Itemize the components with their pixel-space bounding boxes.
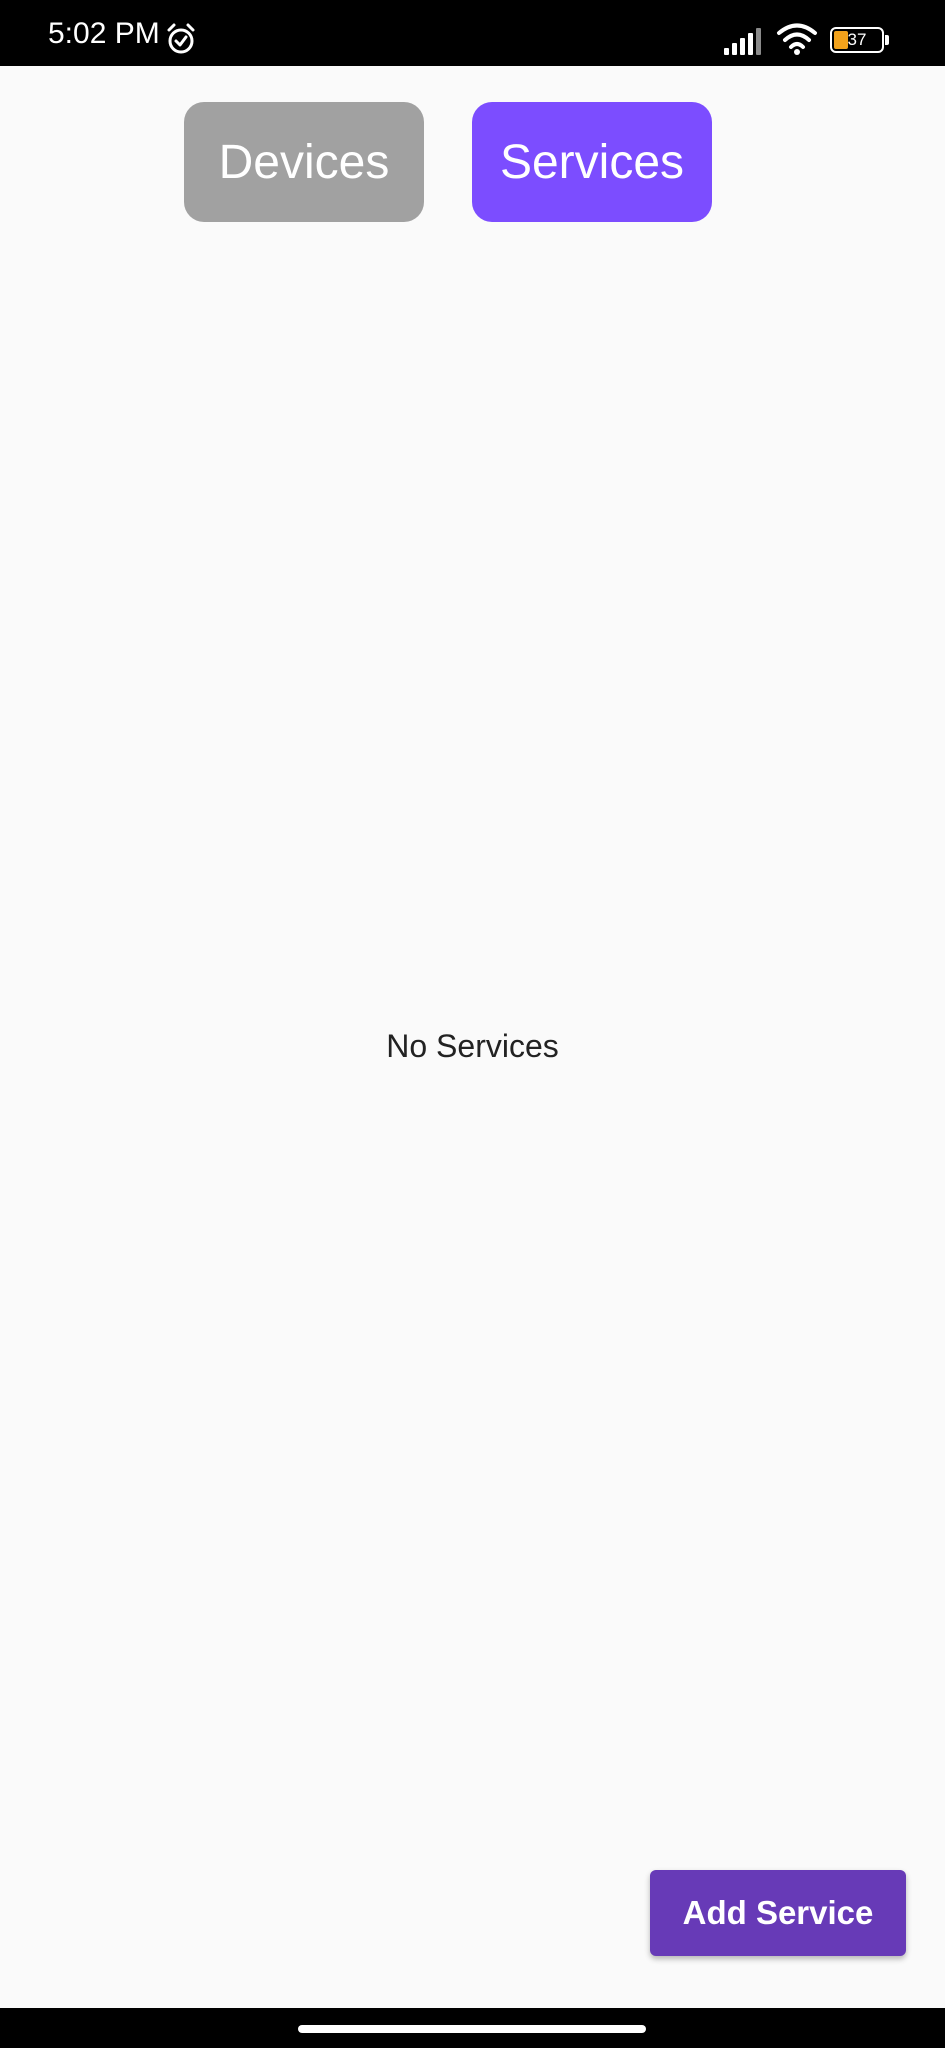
empty-state-message: No Services <box>386 1028 559 1064</box>
home-indicator[interactable] <box>298 2025 646 2033</box>
battery-tip <box>885 35 889 45</box>
status-bar: 5:02 PM 37 <box>0 0 945 66</box>
cellular-signal-icon <box>724 28 761 55</box>
wifi-icon <box>777 23 817 55</box>
tab-devices[interactable]: Devices <box>184 102 424 222</box>
tab-services[interactable]: Services <box>472 102 712 222</box>
battery-level: 37 <box>847 30 867 49</box>
status-time: 5:02 PM <box>48 17 160 50</box>
navigation-bar <box>0 2008 945 2048</box>
add-service-button[interactable]: Add Service <box>650 1870 906 1956</box>
battery-icon: 37 <box>830 27 889 53</box>
alarm-clock-icon <box>167 23 195 54</box>
